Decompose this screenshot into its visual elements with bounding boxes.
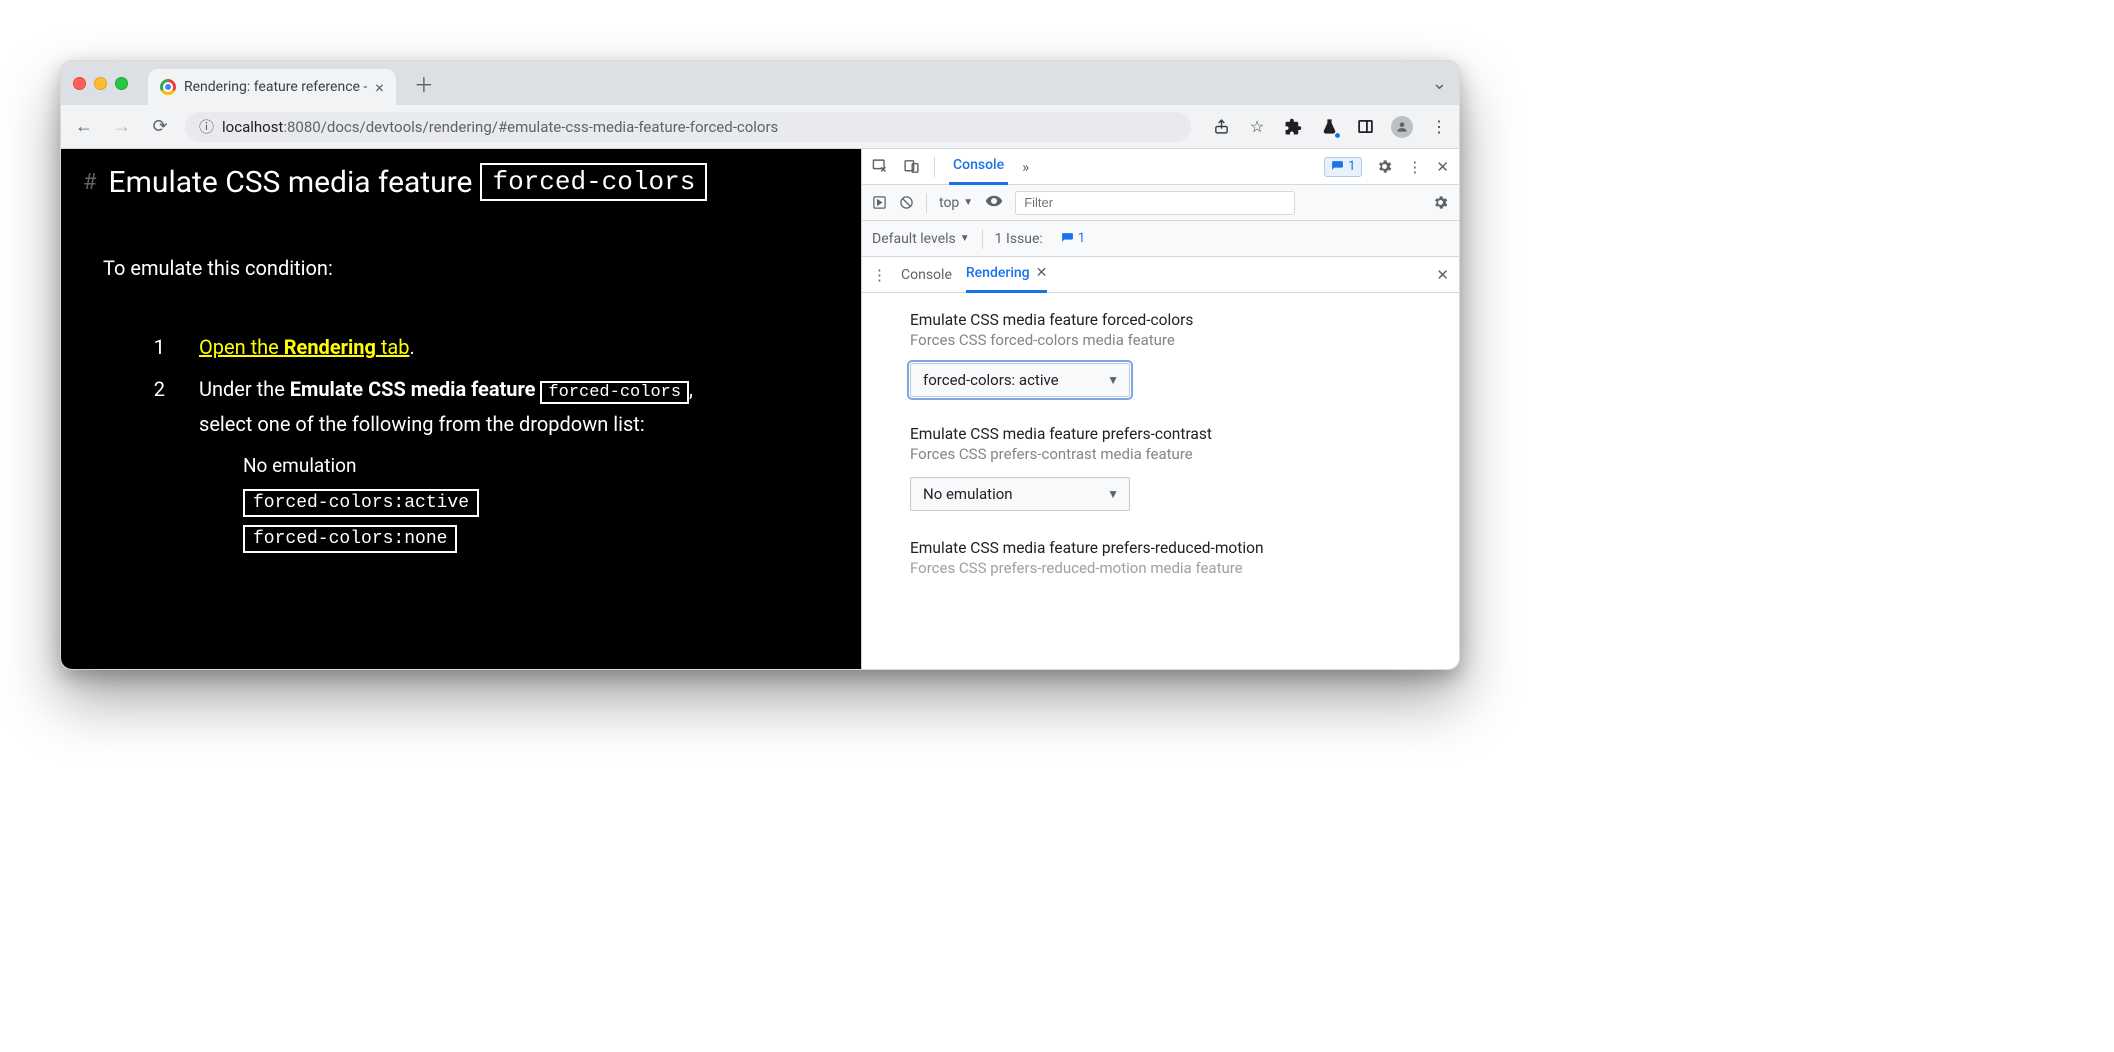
tab-title: Rendering: feature reference -: [184, 79, 367, 95]
rendering-desc: Forces CSS prefers-reduced-motion media …: [910, 559, 1411, 577]
log-levels-selector[interactable]: Default levels▼: [872, 231, 970, 247]
toolbar-actions: ☆ ⋮: [1211, 116, 1449, 138]
option-list: No emulation forced-colors:active forced…: [243, 454, 839, 549]
heading-text: Emulate CSS media feature: [109, 165, 473, 200]
rendering-group-prefers-contrast: Emulate CSS media feature prefers-contra…: [910, 425, 1411, 511]
tab-close-button[interactable]: ×: [375, 78, 384, 97]
console-filter-input[interactable]: [1015, 191, 1295, 215]
clear-console-icon[interactable]: [899, 195, 914, 210]
devtools-close-button[interactable]: ✕: [1436, 158, 1449, 176]
devtools-menu-button[interactable]: ⋮: [1407, 158, 1422, 176]
rendering-panel: Emulate CSS media feature forced-colors …: [862, 293, 1459, 669]
drawer-menu-button[interactable]: ⋮: [872, 266, 887, 284]
toolbar: ← → ⟳ ⓘ localhost:8080/docs/devtools/ren…: [61, 105, 1459, 149]
settings-gear-icon[interactable]: [1376, 158, 1393, 175]
anchor-hash-icon[interactable]: #: [83, 170, 97, 195]
step-2: 2 Under the Emulate CSS media feature fo…: [153, 377, 839, 436]
forward-button[interactable]: →: [109, 114, 135, 140]
prefers-contrast-select[interactable]: No emulation▼: [910, 477, 1130, 511]
code-forced-colors: forced-colors: [540, 381, 689, 404]
open-rendering-link[interactable]: Open the Rendering tab: [199, 335, 410, 359]
close-window-button[interactable]: [73, 77, 86, 90]
devtools-tab-console[interactable]: Console: [949, 149, 1008, 185]
browser-menu-button[interactable]: ⋮: [1429, 117, 1449, 137]
rendering-desc: Forces CSS forced-colors media feature: [910, 331, 1411, 349]
issues-chip[interactable]: 1: [1324, 157, 1362, 177]
option-no-emulation: No emulation: [243, 454, 839, 477]
content-area: # Emulate CSS media feature forced-color…: [61, 149, 1459, 669]
minimize-window-button[interactable]: [94, 77, 107, 90]
browser-tab[interactable]: Rendering: feature reference - ×: [148, 69, 396, 105]
rendering-title: Emulate CSS media feature prefers-reduce…: [910, 539, 1411, 557]
devtools-panel: Console » 1 ⋮ ✕: [861, 149, 1459, 669]
intro-text: To emulate this condition:: [103, 256, 839, 280]
option-forced-colors-none: forced-colors:none: [243, 525, 457, 553]
page-heading: # Emulate CSS media feature forced-color…: [83, 163, 839, 201]
live-expression-icon[interactable]: [985, 192, 1003, 214]
article-page: # Emulate CSS media feature forced-color…: [61, 149, 861, 669]
step-number: 2: [153, 377, 165, 401]
tab-strip: Rendering: feature reference - × ＋ ⌄: [61, 61, 1459, 105]
browser-window: Rendering: feature reference - × ＋ ⌄ ← →…: [60, 60, 1460, 670]
maximize-window-button[interactable]: [115, 77, 128, 90]
steps-list: 1 Open the Rendering tab. 2 Under the Em…: [153, 335, 839, 436]
drawer-close-button[interactable]: ✕: [1436, 266, 1449, 284]
rendering-title: Emulate CSS media feature forced-colors: [910, 311, 1411, 329]
rendering-title: Emulate CSS media feature prefers-contra…: [910, 425, 1411, 443]
rendering-group-prefers-reduced-motion: Emulate CSS media feature prefers-reduce…: [910, 539, 1411, 577]
chevron-down-icon: ▼: [1107, 487, 1119, 501]
reload-button[interactable]: ⟳: [147, 114, 173, 140]
share-icon[interactable]: [1211, 117, 1231, 137]
issues-label: 1 Issue:: [995, 231, 1043, 247]
console-toolbar: top▼: [862, 185, 1459, 221]
step-2-line2: select one of the following from the dro…: [199, 412, 693, 436]
new-tab-button[interactable]: ＋: [414, 69, 434, 98]
chrome-favicon-icon: [160, 79, 176, 95]
device-toolbar-icon[interactable]: [903, 158, 920, 175]
drawer-tab-rendering[interactable]: Rendering ✕: [966, 257, 1047, 293]
side-panel-icon[interactable]: [1355, 117, 1375, 137]
heading-code: forced-colors: [480, 163, 707, 201]
flask-icon[interactable]: [1319, 117, 1339, 137]
profile-avatar[interactable]: [1391, 116, 1413, 138]
back-button[interactable]: ←: [71, 114, 97, 140]
extensions-icon[interactable]: [1283, 117, 1303, 137]
tabs-menu-button[interactable]: ⌄: [1432, 73, 1447, 94]
drawer-tab-console[interactable]: Console: [901, 257, 952, 293]
url-text: localhost:8080/docs/devtools/rendering/#…: [222, 118, 778, 136]
issues-count-chip[interactable]: 1: [1055, 229, 1091, 249]
window-controls: [73, 77, 128, 90]
chevron-down-icon: ▼: [1107, 373, 1119, 387]
inspect-element-icon[interactable]: [872, 158, 889, 175]
console-levels-row: Default levels▼ 1 Issue: 1: [862, 221, 1459, 257]
rendering-group-forced-colors: Emulate CSS media feature forced-colors …: [910, 311, 1411, 397]
step-number: 1: [153, 335, 165, 359]
step-1: 1 Open the Rendering tab.: [153, 335, 839, 359]
address-bar[interactable]: ⓘ localhost:8080/docs/devtools/rendering…: [185, 112, 1191, 142]
forced-colors-select[interactable]: forced-colors: active▼: [910, 363, 1130, 397]
devtools-main-toolbar: Console » 1 ⋮ ✕: [862, 149, 1459, 185]
console-execute-icon[interactable]: [872, 195, 887, 210]
more-tabs-button[interactable]: »: [1022, 158, 1029, 176]
drawer-tabstrip: ⋮ Console Rendering ✕ ✕: [862, 257, 1459, 293]
rendering-tab-close-icon[interactable]: ✕: [1036, 265, 1048, 281]
option-forced-colors-active: forced-colors:active: [243, 489, 479, 517]
context-selector[interactable]: top▼: [939, 195, 973, 211]
console-settings-icon[interactable]: [1432, 194, 1449, 211]
site-info-icon[interactable]: ⓘ: [199, 116, 214, 137]
rendering-desc: Forces CSS prefers-contrast media featur…: [910, 445, 1411, 463]
bookmark-star-icon[interactable]: ☆: [1247, 117, 1267, 137]
